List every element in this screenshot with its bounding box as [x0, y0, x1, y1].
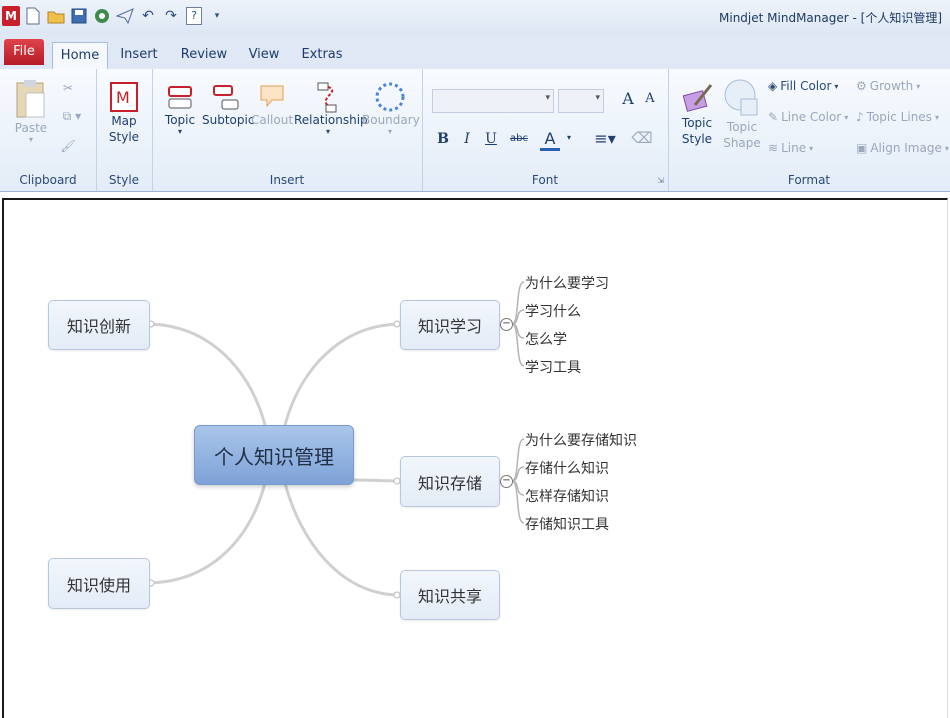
collapse-storage-icon[interactable]: − [500, 475, 513, 488]
subtopic-storage-2[interactable]: 存储什么知识 [525, 458, 609, 478]
topic-knowledge-use[interactable]: 知识使用 [48, 558, 150, 609]
topic-knowledge-sharing[interactable]: 知识共享 [400, 570, 500, 620]
topic-knowledge-innovation[interactable]: 知识创新 [48, 300, 150, 350]
subtopic-learning-1[interactable]: 为什么要学习 [525, 273, 609, 293]
topic-knowledge-learning[interactable]: 知识学习 [400, 300, 500, 350]
subtopic-storage-3[interactable]: 怎样存储知识 [525, 486, 609, 506]
subtopic-learning-2[interactable]: 学习什么 [525, 301, 581, 321]
topic-knowledge-storage[interactable]: 知识存储 [400, 456, 500, 507]
subtopic-storage-1[interactable]: 为什么要存储知识 [525, 430, 637, 450]
central-topic[interactable]: 个人知识管理 [194, 425, 354, 485]
subtopic-learning-4[interactable]: 学习工具 [525, 357, 581, 377]
subtopic-storage-4[interactable]: 存储知识工具 [525, 514, 609, 534]
subtopic-learning-3[interactable]: 怎么学 [525, 329, 567, 349]
collapse-learning-icon[interactable]: − [500, 318, 513, 331]
